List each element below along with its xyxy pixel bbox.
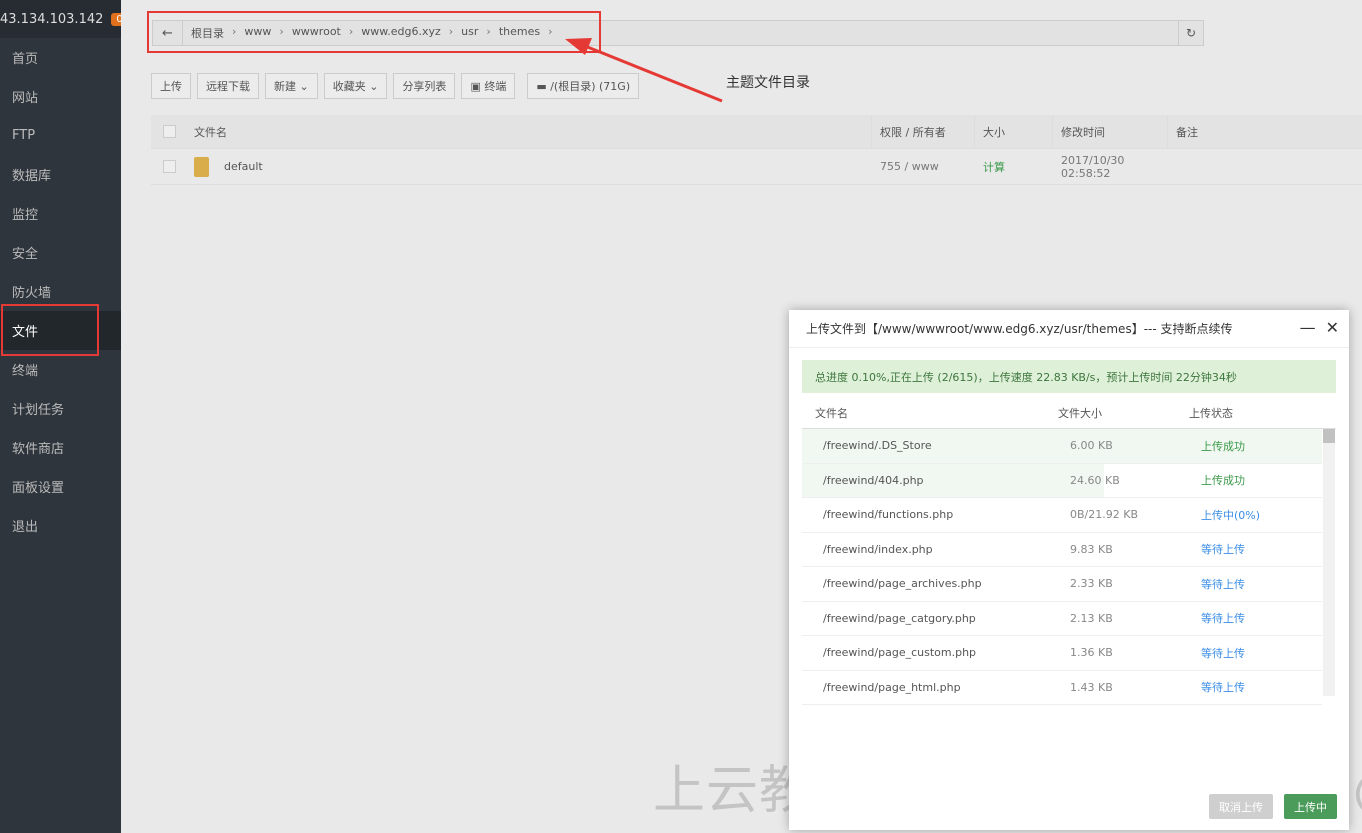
upload-filesize: 1.36 KB	[1070, 646, 1113, 660]
upload-filesize: 2.33 KB	[1070, 577, 1113, 591]
col-filesize: 文件大小	[1058, 406, 1102, 420]
upload-status: 上传成功	[1201, 474, 1245, 488]
upload-dialog: 上传文件到【/www/wwwroot/www.edg6.xyz/usr/them…	[789, 310, 1349, 830]
upload-row: /freewind/page_html.php 1.43 KB 等待上传	[802, 671, 1322, 705]
upload-row: /freewind/page_custom.php 1.36 KB 等待上传	[802, 636, 1322, 671]
upload-filesize: 6.00 KB	[1070, 439, 1113, 453]
upload-filesize: 0B/21.92 KB	[1070, 508, 1138, 522]
upload-filename: /freewind/404.php	[823, 473, 924, 487]
upload-filesize: 1.43 KB	[1070, 680, 1113, 694]
uploading-button[interactable]: 上传中	[1284, 794, 1337, 819]
upload-filesize: 2.13 KB	[1070, 611, 1113, 625]
upload-row: /freewind/page_archives.php 2.33 KB 等待上传	[802, 567, 1322, 602]
col-filename: 文件名	[815, 406, 848, 420]
upload-filename: /freewind/page_archives.php	[823, 577, 982, 591]
upload-status: 等待上传	[1201, 577, 1245, 591]
upload-filename: /freewind/page_catgory.php	[823, 611, 976, 625]
upload-filename: /freewind/page_custom.php	[823, 646, 977, 660]
upload-row: /freewind/.DS_Store 6.00 KB 上传成功	[802, 429, 1322, 464]
upload-filesize: 24.60 KB	[1070, 473, 1120, 487]
upload-filename: /freewind/functions.php	[823, 508, 954, 522]
col-status: 上传状态	[1189, 406, 1233, 420]
upload-status: 上传成功	[1201, 439, 1245, 453]
upload-filename: /freewind/page_html.php	[823, 680, 961, 694]
upload-row: /freewind/page_catgory.php 2.13 KB 等待上传	[802, 602, 1322, 636]
minimize-icon[interactable]: —	[1300, 318, 1316, 337]
annotation-label: 主题文件目录	[726, 75, 810, 91]
cancel-upload-button[interactable]: 取消上传	[1209, 794, 1273, 819]
upload-status: 等待上传	[1201, 681, 1245, 695]
dialog-title: 上传文件到【/www/wwwroot/www.edg6.xyz/usr/them…	[806, 322, 1233, 336]
upload-row: /freewind/404.php 24.60 KB 上传成功	[802, 463, 1322, 498]
upload-row: /freewind/functions.php 0B/21.92 KB 上传中(0%…	[802, 498, 1322, 533]
upload-progress-summary: 总进度 0.10%,正在上传 (2/615)，上传速度 22.83 KB/s，预…	[802, 360, 1336, 393]
scrollbar[interactable]	[1323, 429, 1335, 696]
upload-status: 等待上传	[1201, 612, 1245, 626]
upload-row: /freewind/index.php 9.83 KB 等待上传	[802, 533, 1322, 567]
upload-filename: /freewind/.DS_Store	[823, 439, 932, 453]
upload-status: 等待上传	[1201, 646, 1245, 660]
upload-filesize: 9.83 KB	[1070, 542, 1113, 556]
upload-status: 上传中(0%)	[1201, 508, 1261, 522]
upload-status: 等待上传	[1201, 543, 1245, 557]
upload-filename: /freewind/index.php	[823, 542, 933, 556]
close-icon[interactable]: ✕	[1326, 318, 1339, 337]
